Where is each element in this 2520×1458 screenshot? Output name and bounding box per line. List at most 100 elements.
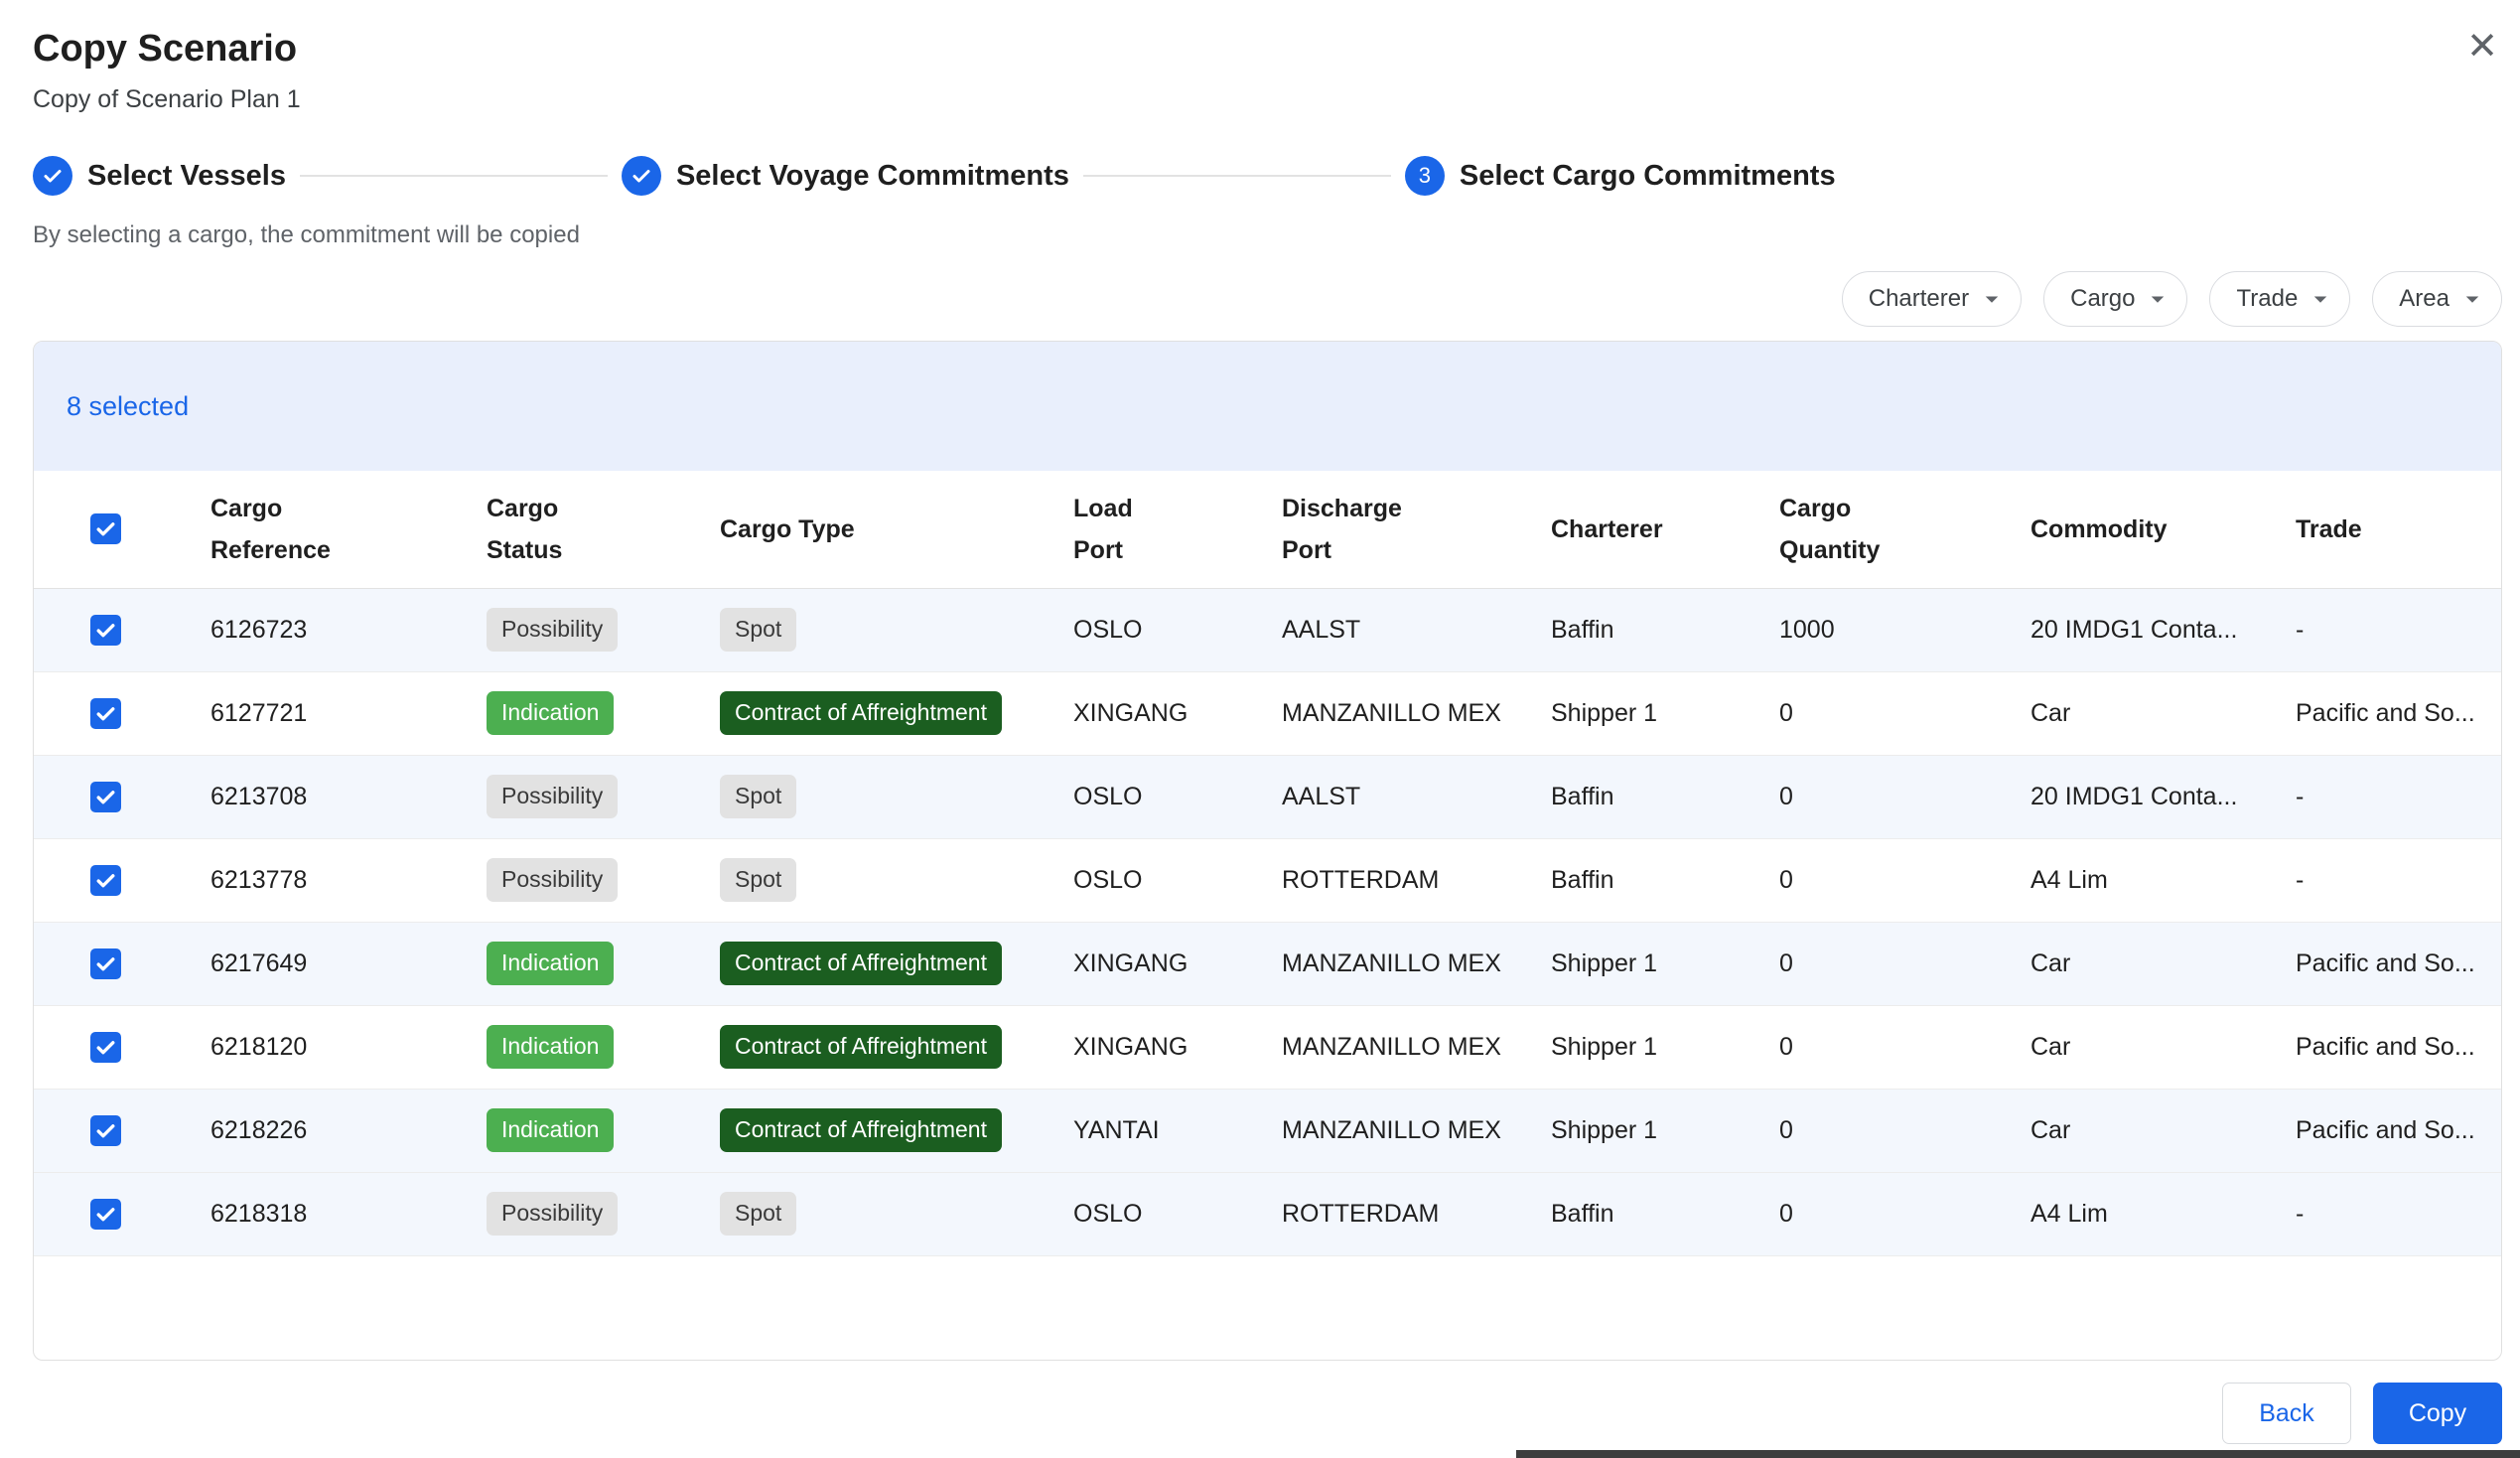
cargo-status-badge: Possibility — [487, 775, 618, 818]
column-header-cargo-quantity: Cargo Quantity — [1779, 471, 2030, 588]
cargo-type-badge: Contract of Affreightment — [720, 1108, 1002, 1152]
stepper: Select Vessels Select Voyage Commitments… — [33, 156, 2502, 196]
cargo-type-badge: Spot — [720, 858, 796, 902]
load-port-cell: OSLO — [1073, 755, 1282, 838]
dialog-footer: Back Copy — [33, 1383, 2502, 1444]
row-checkbox[interactable] — [90, 1032, 121, 1063]
chevron-down-icon — [2143, 284, 2172, 314]
row-checkbox[interactable] — [90, 782, 121, 812]
cargo-status-badge: Indication — [487, 691, 614, 735]
column-header-cargo-status: Cargo Status — [487, 471, 720, 588]
row-select-cell — [34, 1089, 210, 1172]
page-title: Copy Scenario — [33, 26, 2502, 72]
charterer-cell: Shipper 1 — [1551, 922, 1779, 1005]
cargo-type-cell: Spot — [720, 588, 1073, 671]
cargo-status-cell: Possibility — [487, 838, 720, 922]
table-row[interactable]: 6213708 Possibility Spot OSLO AALST Baff… — [34, 755, 2501, 838]
cargo-status-cell: Indication — [487, 922, 720, 1005]
trade-cell: Pacific and So... — [2296, 1005, 2501, 1089]
step-number: 3 — [1419, 163, 1431, 189]
cargo-reference-cell: 6218226 — [210, 1089, 487, 1172]
filter-trade[interactable]: Trade — [2209, 271, 2350, 327]
cargo-type-badge: Spot — [720, 1192, 796, 1236]
row-select-cell — [34, 588, 210, 671]
load-port-cell: OSLO — [1073, 588, 1282, 671]
row-checkbox[interactable] — [90, 615, 121, 646]
back-button[interactable]: Back — [2222, 1383, 2351, 1444]
cargo-type-badge: Contract of Affreightment — [720, 691, 1002, 735]
step-select-vessels[interactable]: Select Vessels — [33, 156, 286, 196]
cargo-reference-cell: 6217649 — [210, 922, 487, 1005]
table-row[interactable]: 6126723 Possibility Spot OSLO AALST Baff… — [34, 588, 2501, 671]
filter-cargo[interactable]: Cargo — [2043, 271, 2187, 327]
column-header-cargo-type: Cargo Type — [720, 471, 1073, 588]
filter-label: Charterer — [1869, 285, 1969, 313]
cargo-quantity-cell: 0 — [1779, 755, 2030, 838]
step-select-cargo-commitments[interactable]: 3 Select Cargo Commitments — [1405, 156, 1836, 196]
discharge-port-cell: AALST — [1282, 755, 1551, 838]
copy-button[interactable]: Copy — [2373, 1383, 2502, 1444]
row-checkbox[interactable] — [90, 1199, 121, 1230]
commodity-cell: A4 Lim — [2030, 1172, 2296, 1255]
column-header-load-port: Load Port — [1073, 471, 1282, 588]
table-header-row: Cargo Reference Cargo Status Cargo Type … — [34, 471, 2501, 588]
commodity-cell: Car — [2030, 671, 2296, 755]
filter-charterer[interactable]: Charterer — [1842, 271, 2022, 327]
table-row[interactable]: 6217649 Indication Contract of Affreight… — [34, 922, 2501, 1005]
cargo-table-body: 6126723 Possibility Spot OSLO AALST Baff… — [34, 588, 2501, 1255]
cargo-status-cell: Indication — [487, 1089, 720, 1172]
row-select-cell — [34, 671, 210, 755]
cargo-status-badge: Indication — [487, 1025, 614, 1069]
commodity-cell: 20 IMDG1 Conta... — [2030, 755, 2296, 838]
cargo-commitments-table-card: 8 selected Cargo Reference Cargo Status — [33, 341, 2502, 1361]
load-port-cell: XINGANG — [1073, 671, 1282, 755]
check-icon — [93, 701, 118, 726]
step-select-voyage-commitments[interactable]: Select Voyage Commitments — [622, 156, 1069, 196]
commodity-cell: A4 Lim — [2030, 838, 2296, 922]
cargo-status-badge: Possibility — [487, 858, 618, 902]
dialog-subtitle: Copy of Scenario Plan 1 — [33, 85, 2502, 114]
charterer-cell: Shipper 1 — [1551, 671, 1779, 755]
load-port-cell: OSLO — [1073, 1172, 1282, 1255]
row-checkbox[interactable] — [90, 948, 121, 979]
table-row[interactable]: 6218120 Indication Contract of Affreight… — [34, 1005, 2501, 1089]
cargo-status-badge: Possibility — [487, 1192, 618, 1236]
filter-label: Trade — [2236, 285, 2298, 313]
cargo-reference-cell: 6218120 — [210, 1005, 487, 1089]
table-row[interactable]: 6127721 Indication Contract of Affreight… — [34, 671, 2501, 755]
commodity-cell: Car — [2030, 1089, 2296, 1172]
cargo-type-cell: Spot — [720, 1172, 1073, 1255]
table-row[interactable]: 6213778 Possibility Spot OSLO ROTTERDAM … — [34, 838, 2501, 922]
check-icon — [93, 868, 118, 893]
row-select-cell — [34, 1172, 210, 1255]
discharge-port-cell: MANZANILLO MEX — [1282, 1005, 1551, 1089]
cargo-reference-cell: 6213708 — [210, 755, 487, 838]
close-icon[interactable]: ✕ — [2466, 28, 2498, 66]
commodity-cell: Car — [2030, 922, 2296, 1005]
row-checkbox[interactable] — [90, 698, 121, 729]
chevron-down-icon — [2457, 284, 2487, 314]
copy-scenario-dialog: Copy Scenario ✕ Copy of Scenario Plan 1 … — [0, 0, 2520, 1458]
cargo-status-badge: Possibility — [487, 608, 618, 652]
select-all-checkbox[interactable] — [90, 513, 121, 544]
column-header-commodity: Commodity — [2030, 471, 2296, 588]
cargo-status-badge: Indication — [487, 942, 614, 985]
row-checkbox[interactable] — [90, 1115, 121, 1146]
step-label: Select Voyage Commitments — [676, 160, 1069, 193]
table-row[interactable]: 6218318 Possibility Spot OSLO ROTTERDAM … — [34, 1172, 2501, 1255]
load-port-cell: XINGANG — [1073, 922, 1282, 1005]
step-complete-check-icon — [622, 156, 661, 196]
cargo-type-cell: Spot — [720, 755, 1073, 838]
filter-area[interactable]: Area — [2372, 271, 2502, 327]
step-connector — [1083, 175, 1391, 177]
column-header-trade: Trade — [2296, 471, 2501, 588]
cargo-type-cell: Contract of Affreightment — [720, 671, 1073, 755]
trade-cell: Pacific and So... — [2296, 922, 2501, 1005]
row-checkbox[interactable] — [90, 865, 121, 896]
select-all-header-cell — [34, 471, 210, 588]
check-icon — [93, 1035, 118, 1060]
discharge-port-cell: ROTTERDAM — [1282, 1172, 1551, 1255]
table-row[interactable]: 6218226 Indication Contract of Affreight… — [34, 1089, 2501, 1172]
cargo-type-badge: Spot — [720, 608, 796, 652]
trade-cell: - — [2296, 755, 2501, 838]
